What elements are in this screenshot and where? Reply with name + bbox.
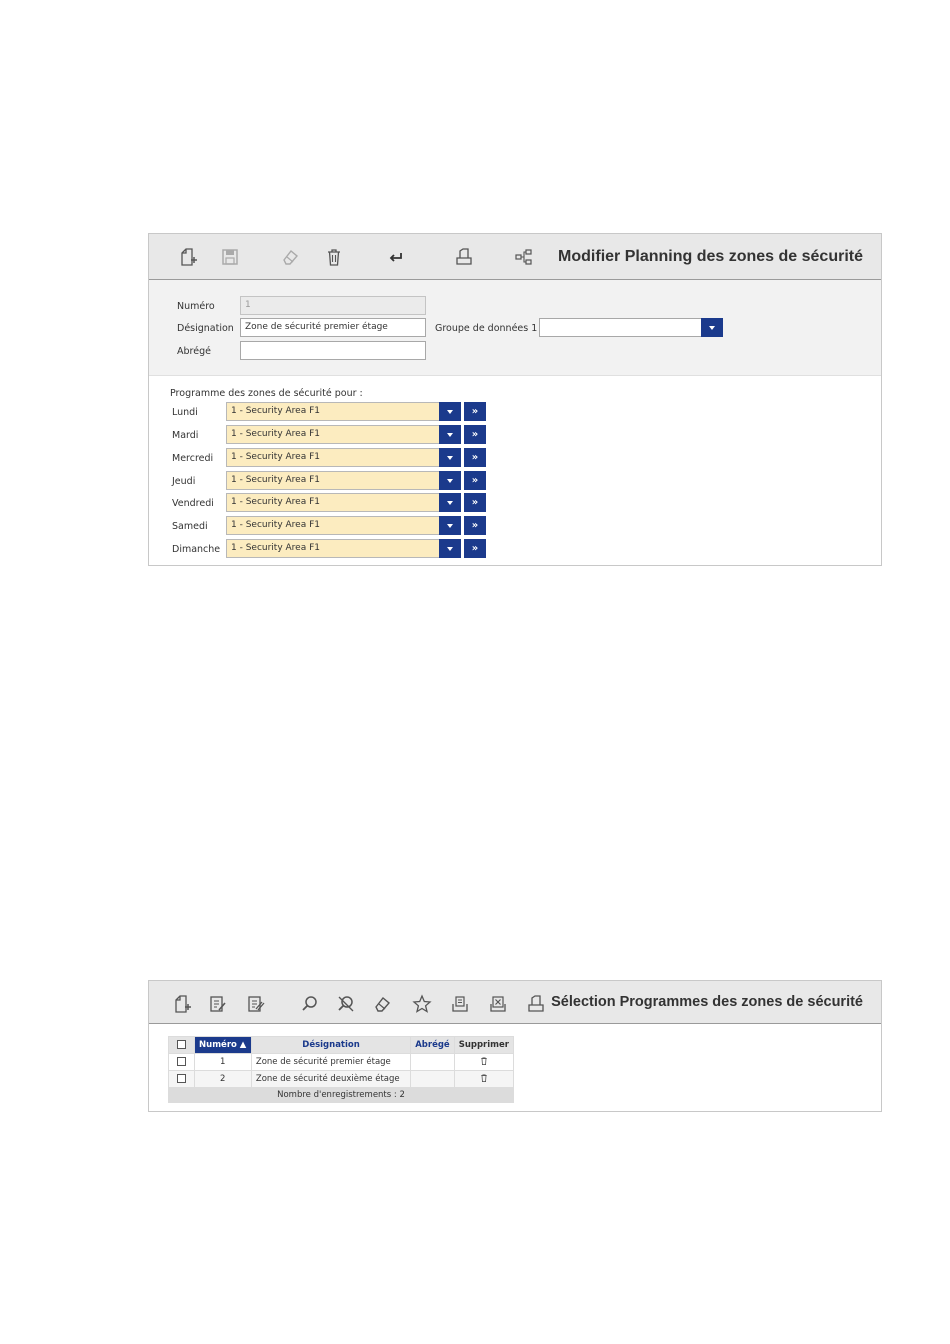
table-row[interactable]: 2 Zone de sécurité deuxième étage [168, 1070, 515, 1088]
chevron-down-icon [447, 409, 453, 414]
export-icon[interactable] [449, 993, 471, 1015]
abrege-label: Abrégé [177, 346, 211, 357]
selection-toolbar: Sélection Programmes des zones de sécuri… [149, 981, 881, 1024]
column-header-numero[interactable]: Numéro ▲ [193, 1036, 252, 1054]
day-jump-vendredi[interactable]: » [464, 493, 486, 512]
hierarchy-icon[interactable] [513, 246, 535, 268]
chevron-down-icon [447, 546, 453, 551]
day-label-mercredi: Mercredi [172, 453, 214, 464]
print-icon[interactable] [453, 246, 475, 268]
page-title: Modifier Planning des zones de sécurité [558, 247, 863, 265]
row-designation: Zone de sécurité premier étage [250, 1053, 412, 1071]
day-label-jeudi: Jeudi [172, 476, 196, 487]
row-abrege [410, 1053, 455, 1071]
trash-icon[interactable] [323, 246, 345, 268]
day-dropdown-vendredi[interactable] [439, 493, 461, 512]
new-icon[interactable] [177, 246, 199, 268]
row-delete-cell[interactable] [453, 1070, 515, 1088]
selection-title: Sélection Programmes des zones de sécuri… [551, 994, 863, 1010]
row-numero: 2 [193, 1070, 252, 1088]
results-table: Numéro ▲ Désignation Abrégé Supprimer 1 … [168, 1036, 515, 1103]
trash-icon[interactable] [480, 1056, 488, 1065]
column-header-designation[interactable]: Désignation [250, 1036, 412, 1054]
chevron-down-icon [447, 432, 453, 437]
edit-title-box: Modifier Planning des zones de sécurité [541, 234, 881, 279]
day-dropdown-jeudi[interactable] [439, 471, 461, 490]
edit-icon[interactable] [207, 993, 229, 1015]
column-header-supprimer: Supprimer [453, 1036, 515, 1054]
form-area: Numéro 1 Désignation Zone de sécurité pr… [149, 280, 881, 376]
day-dropdown-dimanche[interactable] [439, 539, 461, 558]
edit-panel: Modifier Planning des zones de sécurité … [148, 233, 882, 566]
select-all-header[interactable] [168, 1036, 195, 1054]
return-icon[interactable] [385, 246, 407, 268]
day-jump-lundi[interactable]: » [464, 402, 486, 421]
groupe-select[interactable] [539, 318, 703, 337]
day-label-vendredi: Vendredi [172, 498, 214, 509]
day-jump-mercredi[interactable]: » [464, 448, 486, 467]
table-row[interactable]: 1 Zone de sécurité premier étage [168, 1053, 515, 1071]
record-count: Nombre d'enregistrements : 2 [168, 1087, 514, 1103]
groupe-dropdown-button[interactable] [701, 318, 723, 337]
day-jump-mardi[interactable]: » [464, 425, 486, 444]
table-footer-row: Nombre d'enregistrements : 2 [168, 1087, 514, 1103]
day-dropdown-mardi[interactable] [439, 425, 461, 444]
edit-multiple-icon[interactable] [245, 993, 267, 1015]
table-header-row: Numéro ▲ Désignation Abrégé Supprimer [168, 1036, 515, 1054]
chevron-down-icon [709, 325, 715, 330]
row-numero: 1 [193, 1053, 252, 1071]
selection-panel: Sélection Programmes des zones de sécuri… [148, 980, 882, 1112]
day-label-samedi: Samedi [172, 521, 208, 532]
clear-search-icon[interactable] [335, 993, 357, 1015]
row-designation: Zone de sécurité deuxième étage [250, 1070, 412, 1088]
chevron-down-icon [447, 478, 453, 483]
save-icon[interactable] [219, 246, 241, 268]
numero-label: Numéro [177, 301, 215, 312]
day-jump-dimanche[interactable]: » [464, 539, 486, 558]
numero-field: 1 [240, 296, 426, 315]
day-select-jeudi[interactable]: 1 - Security Area F1 [226, 471, 440, 490]
day-select-dimanche[interactable]: 1 - Security Area F1 [226, 539, 440, 558]
edit-toolbar: Modifier Planning des zones de sécurité [149, 234, 881, 280]
day-select-samedi[interactable]: 1 - Security Area F1 [226, 516, 440, 535]
search-icon[interactable] [299, 993, 321, 1015]
excel-icon[interactable] [487, 993, 509, 1015]
eraser-icon[interactable] [371, 993, 393, 1015]
chevron-down-icon [447, 455, 453, 460]
day-select-mardi[interactable]: 1 - Security Area F1 [226, 425, 440, 444]
day-select-lundi[interactable]: 1 - Security Area F1 [226, 402, 440, 421]
day-dropdown-mercredi[interactable] [439, 448, 461, 467]
day-jump-samedi[interactable]: » [464, 516, 486, 535]
programme-heading: Programme des zones de sécurité pour : [170, 388, 363, 399]
eraser-icon[interactable] [279, 246, 301, 268]
row-delete-cell[interactable] [453, 1053, 515, 1071]
row-checkbox[interactable] [176, 1057, 186, 1066]
row-checkbox-cell[interactable] [168, 1070, 195, 1088]
day-label-mardi: Mardi [172, 430, 199, 441]
row-checkbox[interactable] [176, 1074, 186, 1083]
day-jump-jeudi[interactable]: » [464, 471, 486, 490]
new-icon[interactable] [171, 993, 193, 1015]
groupe-label: Groupe de données 1 [435, 323, 538, 334]
day-dropdown-lundi[interactable] [439, 402, 461, 421]
designation-label: Désignation [177, 323, 234, 334]
row-abrege [410, 1070, 455, 1088]
day-dropdown-samedi[interactable] [439, 516, 461, 535]
chevron-down-icon [447, 523, 453, 528]
row-checkbox-cell[interactable] [168, 1053, 195, 1071]
select-all-checkbox[interactable] [176, 1040, 186, 1049]
favorite-icon[interactable] [411, 993, 433, 1015]
selection-title-box: Sélection Programmes des zones de sécuri… [551, 981, 881, 1023]
print-icon[interactable] [525, 993, 547, 1015]
column-header-abrege[interactable]: Abrégé [410, 1036, 455, 1054]
day-select-vendredi[interactable]: 1 - Security Area F1 [226, 493, 440, 512]
abrege-field[interactable] [240, 341, 426, 360]
day-select-mercredi[interactable]: 1 - Security Area F1 [226, 448, 440, 467]
trash-icon[interactable] [480, 1073, 488, 1082]
designation-field[interactable]: Zone de sécurité premier étage [240, 318, 426, 337]
chevron-down-icon [447, 500, 453, 505]
day-label-dimanche: Dimanche [172, 544, 221, 555]
day-label-lundi: Lundi [172, 407, 198, 418]
